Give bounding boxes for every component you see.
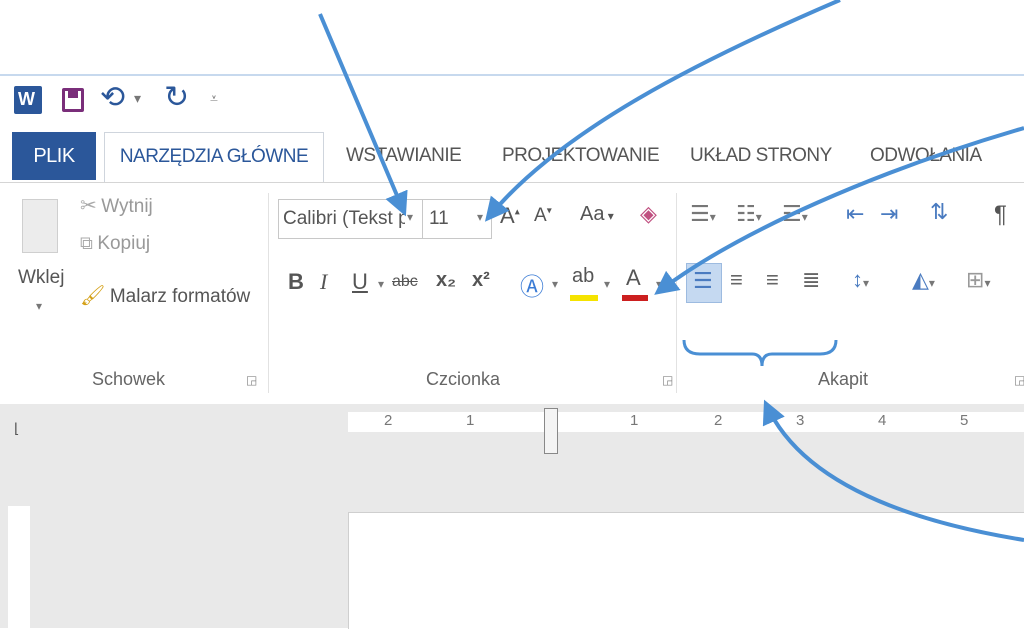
tab-odwolania[interactable]: ODWOŁANIA (870, 132, 982, 180)
shrink-font-icon[interactable]: A▾ (534, 205, 552, 227)
clipboard-group-label: Schowek (92, 369, 166, 389)
paste-button[interactable]: Wklej ▾ (14, 197, 70, 347)
pilcrow-icon[interactable]: ¶ (994, 201, 1007, 229)
font-color-icon[interactable]: A (622, 265, 648, 305)
paste-label: Wklej (18, 267, 65, 288)
font-name-dropdown-icon[interactable]: ▾ (407, 210, 413, 224)
clear-formatting-icon[interactable]: ◈ (640, 201, 657, 227)
font-name-value: Calibri (Tekst p (283, 208, 405, 229)
italic-button[interactable]: I (320, 269, 327, 295)
font-size-dropdown-icon[interactable]: ▾ (477, 210, 483, 224)
text-effects-icon[interactable]: Ⓐ (520, 267, 544, 302)
font-color-dropdown-icon[interactable]: ▾ (656, 277, 662, 291)
ribbon-home: Wklej ▾ ✂ Wytnij ⧉ Kopiuj 🖌 Malarz forma… (0, 182, 1024, 406)
horizontal-ruler[interactable]: 2 1 1 2 3 4 5 (348, 408, 1024, 454)
ruler-number: 3 (796, 412, 805, 429)
paragraph-group-label: Akapit (818, 369, 869, 389)
copy-label: Kopiuj (97, 233, 151, 254)
align-right-icon[interactable]: ≡ (766, 267, 779, 293)
ruler-number: 1 (630, 412, 639, 429)
group-separator (676, 193, 677, 393)
copy-icon: ⧉ (80, 233, 93, 253)
copy-button[interactable]: ⧉ Kopiuj (80, 233, 150, 263)
format-painter-button[interactable]: 🖌 Malarz formatów (80, 283, 250, 313)
ruler-number: 2 (384, 412, 393, 429)
ribbon-tabs: PLIK NARZĘDZIA GŁÓWNE WSTAWIANIE PROJEKT… (0, 132, 1024, 183)
cut-button[interactable]: ✂ Wytnij (80, 193, 153, 223)
superscript-button[interactable]: x² (472, 269, 490, 292)
format-painter-label: Malarz formatów (109, 286, 251, 307)
underline-button[interactable]: U (352, 269, 368, 295)
font-name-combo[interactable]: Calibri (Tekst p ▾ (278, 199, 424, 239)
tab-wstawianie[interactable]: WSTAWIANIE (346, 132, 462, 180)
word-window: W ⟲ ▾ ↻ ⩡ PLIK NARZĘDZIA GŁÓWNE WSTAWIAN… (0, 74, 1024, 629)
font-size-combo[interactable]: 11 ▾ (422, 199, 492, 239)
clipboard-dialog-launcher-icon[interactable]: ◲ (246, 373, 257, 387)
bullets-icon[interactable]: ☰▾ (690, 201, 716, 227)
shading-icon[interactable]: ◭▾ (912, 267, 935, 293)
highlight-icon[interactable]: ab (570, 265, 598, 305)
paintbrush-icon: 🖌 (80, 285, 106, 307)
multilevel-list-icon[interactable]: ☲▾ (782, 201, 808, 227)
tab-selector-icon[interactable]: ⌊ (14, 420, 19, 437)
document-page[interactable] (348, 512, 1024, 629)
change-case-button[interactable]: Aa ▾ (580, 203, 614, 226)
subscript-button[interactable]: x₂ (436, 269, 456, 292)
change-case-label: Aa (580, 203, 605, 225)
group-separator (268, 193, 269, 393)
tab-projektowanie[interactable]: PROJEKTOWANIE (502, 132, 660, 180)
strikethrough-button[interactable]: abc (392, 273, 418, 291)
ruler-number: 1 (466, 412, 475, 429)
save-icon[interactable] (62, 88, 84, 112)
clipboard-icon (22, 199, 58, 253)
decrease-indent-icon[interactable]: ⇤ (846, 201, 864, 227)
ruler-number: 4 (878, 412, 887, 429)
tab-narzedzia-glowne[interactable]: NARZĘDZIA GŁÓWNE (104, 132, 324, 183)
sort-icon[interactable]: ⇅ (930, 199, 948, 225)
indent-marker-icon[interactable] (544, 408, 558, 454)
quick-access-toolbar: W ⟲ ▾ ↻ ⩡ (0, 76, 1024, 126)
redo-icon[interactable]: ↻ (164, 80, 189, 115)
bold-button[interactable]: B (288, 269, 304, 295)
paste-dropdown-icon: ▾ (36, 299, 43, 313)
highlight-dropdown-icon[interactable]: ▾ (604, 277, 610, 291)
align-left-icon: ☰ (693, 268, 713, 293)
cut-label: Wytnij (101, 196, 153, 217)
scissors-icon: ✂ (80, 195, 97, 217)
tab-plik[interactable]: PLIK (12, 132, 96, 180)
justify-icon[interactable]: ≣ (802, 267, 820, 293)
undo-icon[interactable]: ⟲ (100, 80, 125, 115)
ruler-number: 5 (960, 412, 969, 429)
font-size-value: 11 (429, 208, 449, 229)
text-effects-dropdown-icon[interactable]: ▾ (552, 277, 558, 291)
customize-qat-icon[interactable]: ⩡ (210, 90, 218, 107)
grow-font-icon[interactable]: A▴ (500, 203, 520, 229)
increase-indent-icon[interactable]: ⇥ (880, 201, 898, 227)
underline-dropdown-icon[interactable]: ▾ (378, 277, 384, 291)
line-spacing-icon[interactable]: ↕▾ (852, 267, 869, 293)
tab-uklad-strony[interactable]: UKŁAD STRONY (690, 132, 832, 180)
align-left-button[interactable]: ☰ (686, 263, 722, 303)
font-group-label: Czcionka (426, 369, 501, 389)
ruler-number: 2 (714, 412, 723, 429)
undo-dropdown-icon[interactable]: ▾ (134, 90, 141, 107)
borders-icon[interactable]: ⊞▾ (966, 267, 990, 293)
numbering-icon[interactable]: ☷▾ (736, 201, 762, 227)
align-center-icon[interactable]: ≡ (730, 267, 743, 293)
paragraph-dialog-launcher-icon[interactable]: ◲ (1014, 373, 1024, 387)
font-dialog-launcher-icon[interactable]: ◲ (662, 373, 673, 387)
vertical-ruler[interactable] (8, 506, 30, 628)
word-logo-icon: W (14, 86, 42, 114)
